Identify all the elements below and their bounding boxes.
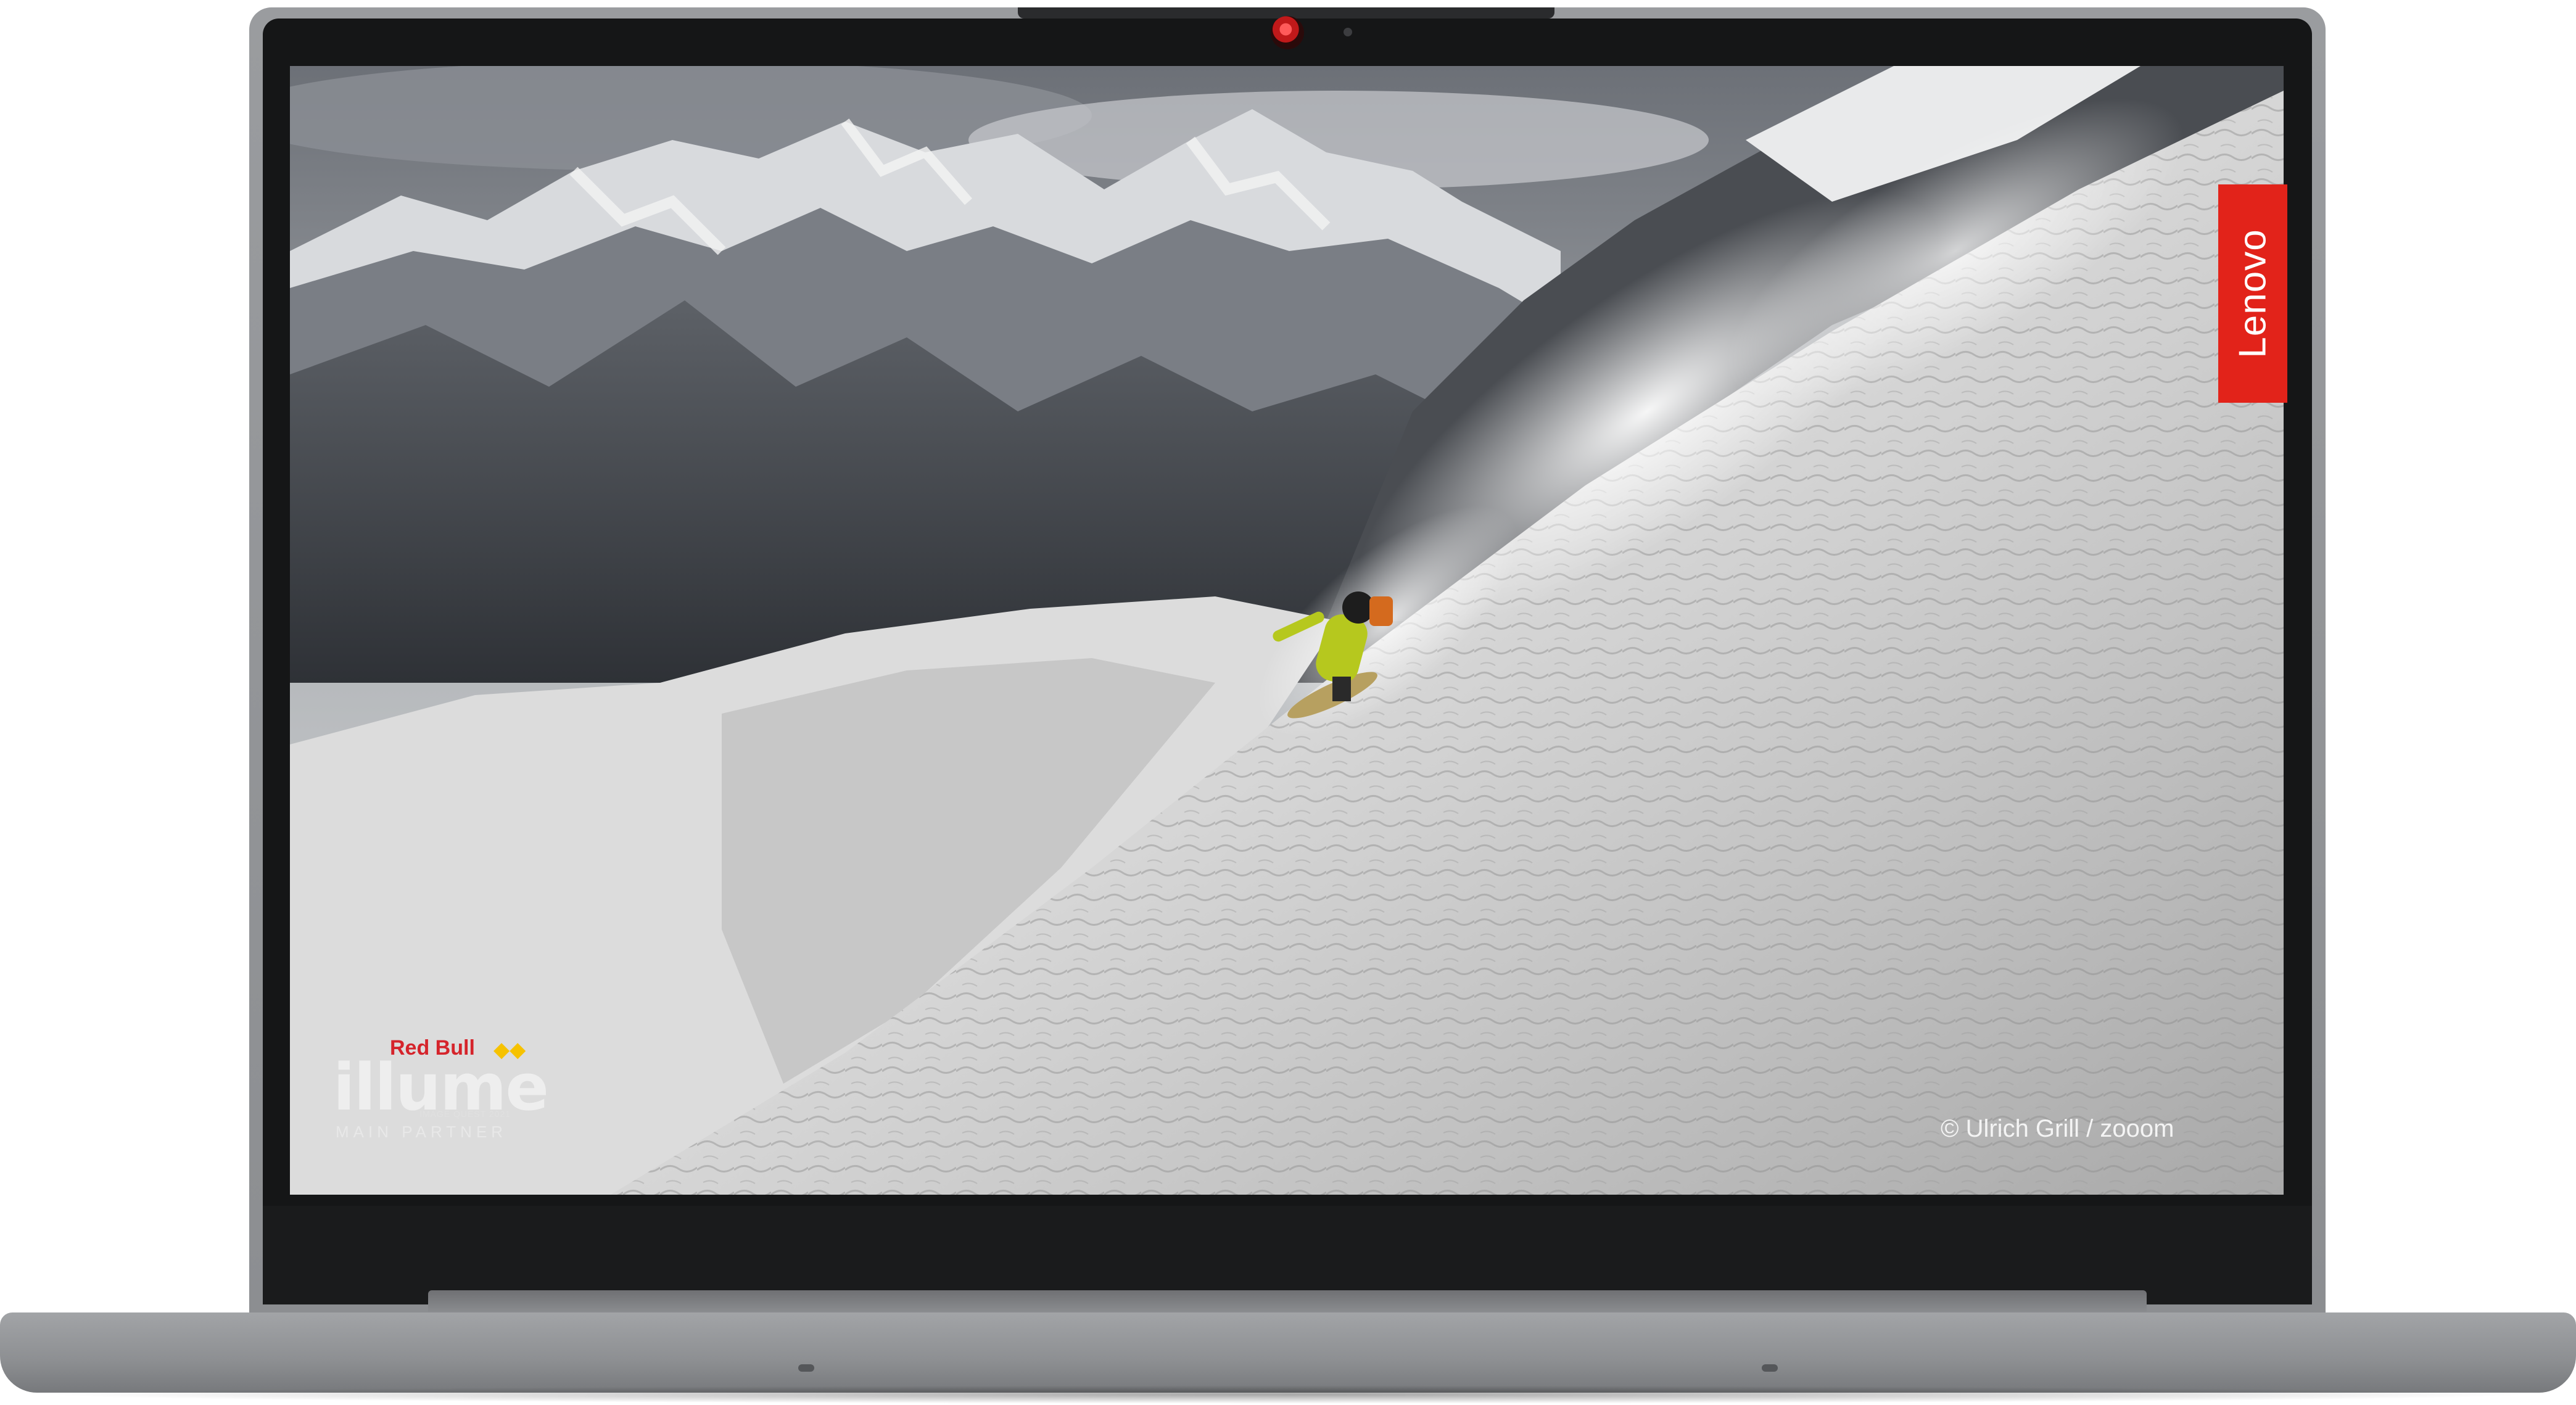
- photo-credit: © Ulrich Grill / zooom: [1941, 1115, 2174, 1142]
- display-screen: [290, 66, 2284, 1195]
- webcam-icon: [1271, 16, 1304, 49]
- partner-role: MAIN PARTNER: [336, 1123, 508, 1141]
- wallpaper-scene: [290, 66, 2284, 1195]
- hinge: [428, 1290, 2147, 1315]
- partner-badge: Red Bull ◆◆ illume IMAGE QUEST 2021 MAIN…: [333, 1036, 592, 1141]
- rubber-foot: [1762, 1364, 1778, 1372]
- event-subline: IMAGE QUEST 2021: [419, 1109, 511, 1119]
- light-sensor: [1344, 28, 1352, 36]
- brand-logo: Lenovo: [2218, 184, 2287, 403]
- brand-wordmark: Lenovo: [2231, 229, 2274, 358]
- base-shadow: [37, 1385, 2539, 1404]
- laptop-base: [0, 1312, 2576, 1393]
- bezel-chin: [263, 1206, 2312, 1304]
- rubber-foot: [798, 1364, 814, 1372]
